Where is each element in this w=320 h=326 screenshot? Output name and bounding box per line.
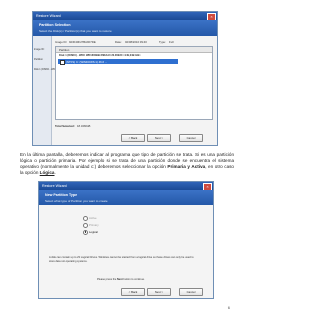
paragraph-underlined-option: Lógica <box>39 169 55 175</box>
left-panel-label: Image ID: <box>34 48 45 51</box>
date-label: Date: <box>115 40 122 44</box>
radio-label: Active <box>89 215 97 220</box>
date-value: 02/08/2010 09:40 <box>125 40 147 44</box>
left-panel-label: Partition <box>34 58 43 61</box>
window-title: Restore Wizard <box>42 184 67 188</box>
next-button[interactable]: Next > <box>147 134 171 142</box>
paragraph-bold-option: Primaria y Activa <box>167 163 206 169</box>
radio-active[interactable]: Active <box>83 215 123 221</box>
step-header: Partition Selection Select the Disk(s) /… <box>33 20 217 36</box>
radio-primary[interactable]: Primary <box>83 222 123 228</box>
partition-table: Partition Disk 1 (DISK0) - WDC WD1600BB-… <box>55 46 213 120</box>
type-value: Full <box>169 40 174 44</box>
step-subtitle: Select the Disk(s) / Partition(s) that y… <box>39 29 112 33</box>
info-note: A disk can contain up to 23 Logical Driv… <box>49 256 194 263</box>
paragraph-text: . <box>54 169 56 175</box>
step-subtitle: Select what type of Partition you want t… <box>45 199 108 203</box>
radio-icon[interactable] <box>83 222 88 228</box>
step-title: New Partition Type <box>45 193 78 197</box>
step-header: New Partition Type Select what type of P… <box>39 190 213 205</box>
body-paragraph: En la última pantalla, deberemos indicar… <box>20 152 234 176</box>
disk-row[interactable]: Disk 1 (DISK0) - WDC WD1600BB-56RAA0 20.… <box>56 53 212 58</box>
radio-icon[interactable] <box>83 215 88 221</box>
partition-row[interactable]: (NTFS) C: (WINDOWS:1) 46.6 ... <box>58 59 178 65</box>
window-title-bar: Restore Wizard × <box>33 12 217 21</box>
radio-logical[interactable]: Logical <box>83 229 123 235</box>
radio-label: Logical <box>89 229 98 234</box>
table-header-label: Partition <box>59 47 70 52</box>
window-title-bar: Restore Wizard × <box>39 182 213 191</box>
footer-text: button to continue. <box>122 278 145 281</box>
screenshot-partition-selection: Restore Wizard × Partition Selection Sel… <box>32 11 218 146</box>
total-selected-label: Total Selected: <box>55 124 75 128</box>
screenshot-partition-type: Restore Wizard × New Partition Type Sele… <box>38 181 214 299</box>
checkbox-icon[interactable] <box>60 60 65 65</box>
partition-row-label: (NTFS) C: (WINDOWS:1) 46.6 ... <box>66 59 108 64</box>
step-title: Partition Selection <box>39 23 71 27</box>
disk-row-label: Disk 1 (DISK0) - WDC WD1600BB-56RAA0 20.… <box>59 53 141 57</box>
image-id-label: Image ID: <box>55 40 68 44</box>
page-number: 6 <box>227 305 230 310</box>
next-button[interactable]: Next > <box>147 288 171 296</box>
cancel-button[interactable]: Cancel <box>179 134 203 142</box>
total-selected-value: 18.32MGB <box>77 124 91 128</box>
type-label: Type: <box>159 40 166 44</box>
radio-label: Primary <box>89 222 99 227</box>
cancel-button[interactable]: Cancel <box>179 288 203 296</box>
footer-instruction: Please press the Next button to continue… <box>97 278 145 281</box>
image-id-value: 923F40F27BA9F7DE <box>69 40 96 44</box>
radio-icon[interactable] <box>83 229 88 235</box>
window-title: Restore Wizard <box>36 14 61 18</box>
background-window-strip: Image ID: Partition Disk 1 (DISK0 - WDC … <box>33 36 79 145</box>
back-button[interactable]: < Back <box>121 134 145 142</box>
footer-text: Please press the <box>97 278 118 281</box>
back-button[interactable]: < Back <box>121 288 145 296</box>
